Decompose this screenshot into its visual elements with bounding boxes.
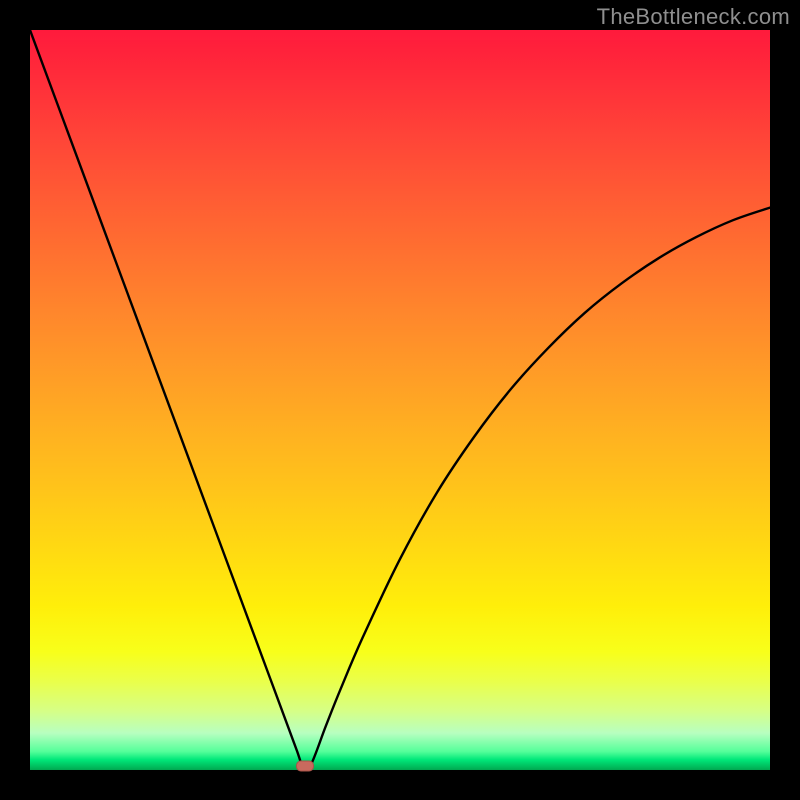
watermark-text: TheBottleneck.com	[597, 4, 790, 30]
optimal-marker	[296, 760, 314, 771]
bottleneck-curve	[30, 30, 770, 770]
plot-area	[30, 30, 770, 770]
chart-frame: TheBottleneck.com	[0, 0, 800, 800]
